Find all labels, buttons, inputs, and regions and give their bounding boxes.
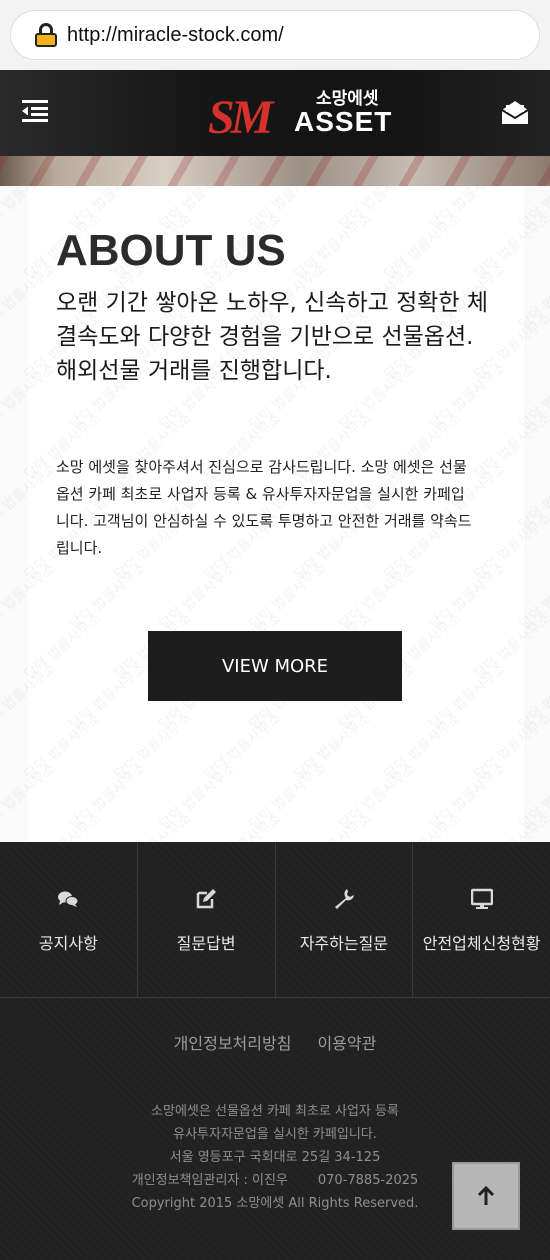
view-more-button[interactable]: VIEW MORE — [148, 631, 402, 701]
info-manager: 개인정보책임관리자 : 이진우 — [131, 1173, 288, 1188]
site-footer: 공지사항 질문답변 자주하는질문 안전업체신청현황 개인정보처리방침 이용약관 … — [0, 842, 550, 1260]
site-header: SM 소망에셋 ASSET — [0, 70, 550, 156]
terms-link[interactable]: 이용약관 — [317, 1030, 376, 1054]
info-line: 유사투자자문업을 실시한 카페입니다. — [173, 1127, 377, 1142]
url-text[interactable]: http://miracle-stock.com/ — [67, 24, 284, 47]
quick-label: 자주하는질문 — [299, 934, 389, 953]
scroll-top-button[interactable] — [452, 1162, 520, 1230]
wrench-icon — [334, 889, 354, 909]
address-bar[interactable]: http://miracle-stock.com/ — [11, 11, 539, 59]
arrow-up-icon — [477, 1185, 495, 1205]
monitor-icon — [470, 888, 493, 909]
privacy-policy-link[interactable]: 개인정보처리방침 — [174, 1030, 292, 1054]
about-body: 소망 에셋을 찾아주셔서 진심으로 감사드립니다. 소망 에셋은 선물옵션 카페… — [56, 458, 472, 557]
info-line: 소망에셋은 선물옵션 카페 최초로 사업자 등록 — [151, 1104, 399, 1119]
footer-links: 개인정보처리방침 이용약관 — [0, 1030, 550, 1054]
quick-label: 안전업체신청현황 — [422, 934, 541, 953]
quick-item-safe-company[interactable]: 안전업체신청현황 — [413, 842, 550, 997]
quick-item-faq[interactable]: 자주하는질문 — [276, 842, 414, 997]
quick-item-notice[interactable]: 공지사항 — [0, 842, 138, 997]
about-title: ABOUT US — [56, 226, 286, 275]
quick-item-qna[interactable]: 질문답변 — [138, 842, 276, 997]
chat-icon — [58, 891, 79, 907]
quick-menu: 공지사항 질문답변 자주하는질문 안전업체신청현황 — [0, 842, 550, 998]
mail-icon[interactable] — [500, 97, 530, 127]
about-section: 담덕 법률사무소담덕 법률사무소담덕 법률사무소담덕 법률사무소담덕 법률사무소… — [0, 186, 550, 842]
lock-icon — [35, 23, 57, 47]
edit-icon — [196, 889, 217, 909]
logo-sm: SM — [208, 91, 273, 144]
info-phone: 070-7885-2025 — [317, 1173, 419, 1188]
site-logo[interactable]: SM 소망에셋 ASSET — [208, 82, 391, 146]
logo-asset: ASSET — [294, 106, 393, 137]
about-lead: 오랜 기간 쌓아온 노하우, 신속하고 정확한 체결속도와 다양한 경험을 기반… — [56, 290, 489, 384]
quick-label: 질문답변 — [176, 934, 236, 953]
browser-chrome: http://miracle-stock.com/ — [0, 0, 550, 70]
quick-label: 공지사항 — [38, 934, 98, 953]
menu-icon[interactable] — [22, 97, 50, 125]
